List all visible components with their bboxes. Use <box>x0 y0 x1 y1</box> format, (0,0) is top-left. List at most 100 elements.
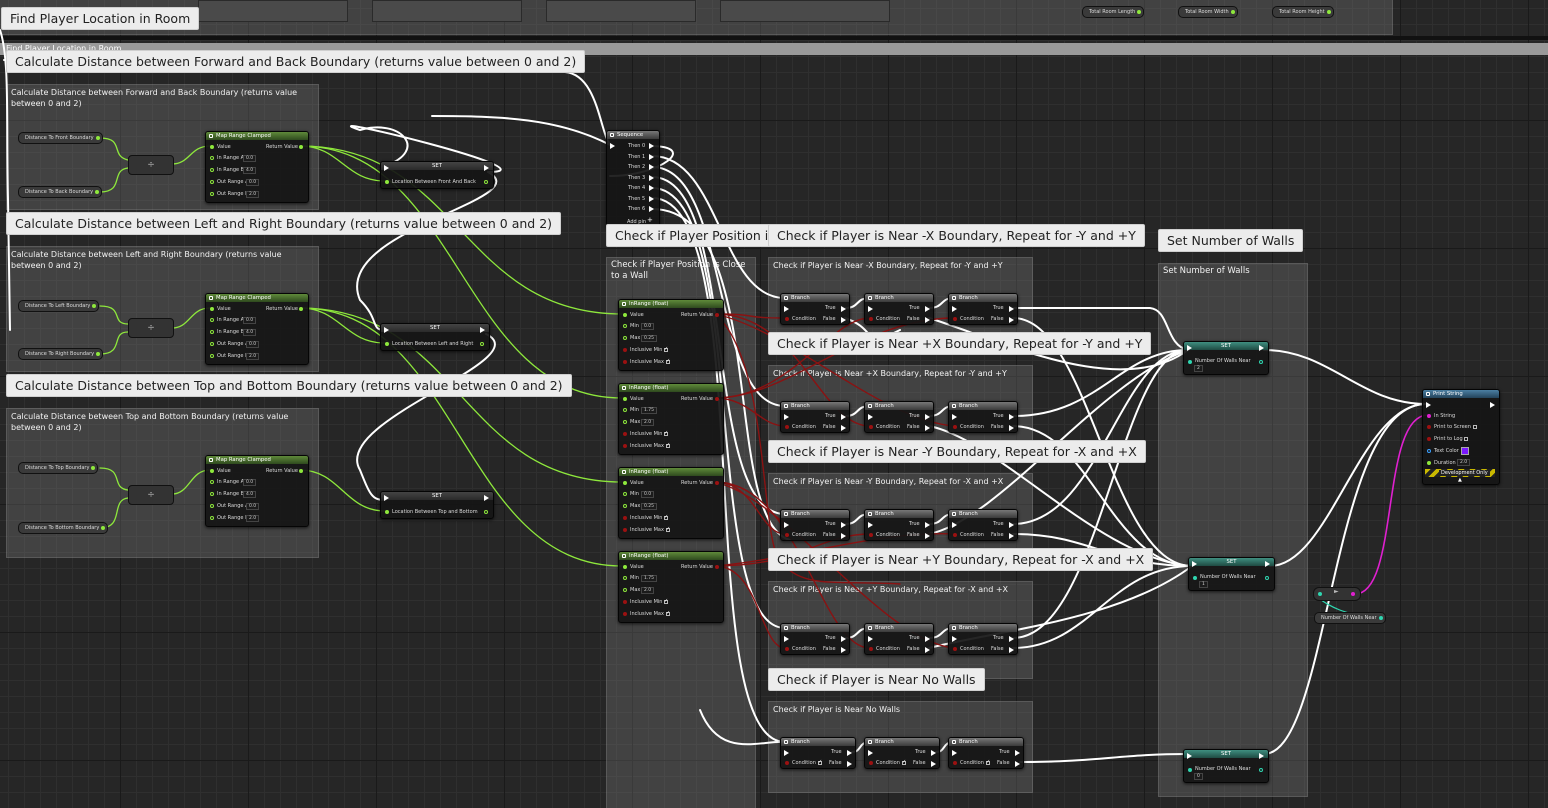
return-pin[interactable] <box>715 313 719 317</box>
getter-distance-bottom[interactable]: Distance To Bottom Boundary <box>18 522 109 534</box>
then-1-pin[interactable] <box>649 154 654 160</box>
graph-canvas[interactable]: Total Room Length Total Room Width Total… <box>0 0 1548 808</box>
getter-distance-right[interactable]: Distance To Right Boundary <box>18 348 104 360</box>
condition-pin[interactable] <box>785 533 789 537</box>
print-to-screen-checkbox[interactable] <box>1473 425 1477 429</box>
then-6-pin[interactable] <box>649 206 654 212</box>
max-pin[interactable] <box>623 504 627 508</box>
set-location-fb-node[interactable]: SET Location Between Front And Back <box>380 161 494 189</box>
true-exec-pin[interactable] <box>925 636 930 642</box>
branch-node-none-c1[interactable]: Branch True Condition False <box>780 737 856 769</box>
exec-in-pin[interactable] <box>952 414 957 420</box>
false-exec-pin[interactable] <box>1009 425 1014 431</box>
in-a-value[interactable]: 0.0 <box>243 155 257 162</box>
map-range-node-tb[interactable]: Map Range Clamped Value Return Value In … <box>205 455 309 527</box>
true-exec-pin[interactable] <box>841 414 846 420</box>
exec-in-pin[interactable] <box>784 636 789 642</box>
incl-min-checkbox[interactable] <box>664 430 668 436</box>
branch-node-none-c2[interactable]: Branch True Condition False <box>864 737 940 769</box>
in-b-value[interactable]: 4.0 <box>243 329 257 336</box>
int-out-pin[interactable] <box>1259 768 1263 772</box>
exec-out-pin[interactable] <box>1259 753 1264 759</box>
exec-in-pin[interactable] <box>868 522 873 528</box>
set-location-tb-node[interactable]: SET Location Between Top and Bottom <box>380 491 494 519</box>
float-pin[interactable] <box>385 510 389 514</box>
max-pin[interactable] <box>623 420 627 424</box>
prev-node-1[interactable] <box>198 0 348 22</box>
exec-in-pin[interactable] <box>952 636 957 642</box>
bubble-set-walls[interactable]: Set Number of Walls <box>1158 229 1304 252</box>
then-2-pin[interactable] <box>649 164 654 170</box>
return-pin[interactable] <box>715 481 719 485</box>
incl-max-pin[interactable] <box>623 360 627 364</box>
condition-checkbox[interactable] <box>818 759 822 765</box>
float-pin[interactable] <box>95 190 100 194</box>
map-range-node-fb[interactable]: Map Range Clamped Value Return Value In … <box>205 131 309 203</box>
float-pin[interactable] <box>385 180 389 184</box>
branch-node-r1-c2[interactable]: Branch True Condition False <box>864 293 934 325</box>
min-value[interactable]: 1.75 <box>641 575 658 582</box>
divide-node-lr[interactable]: ÷ <box>128 318 174 338</box>
exec-in-pin[interactable] <box>1187 345 1192 351</box>
bubble-near-negy[interactable]: Check if Player is Near -Y Boundary, Rep… <box>768 440 1146 463</box>
value-pin[interactable] <box>623 481 627 485</box>
in-a-pin[interactable] <box>210 156 214 160</box>
min-pin[interactable] <box>623 576 627 580</box>
max-pin[interactable] <box>623 588 627 592</box>
int-out-pin[interactable] <box>1265 576 1269 580</box>
float-pin[interactable] <box>1326 10 1331 14</box>
exec-out-pin[interactable] <box>1259 345 1264 351</box>
true-exec-pin[interactable] <box>841 522 846 528</box>
inrange-node-1[interactable]: InRange (float) Value Return Value Min 0.… <box>618 299 724 371</box>
in-b-pin[interactable] <box>210 168 214 172</box>
int-out-pin[interactable] <box>1259 360 1263 364</box>
branch-node-r1-c3[interactable]: Branch True Condition False <box>948 293 1018 325</box>
condition-pin[interactable] <box>953 317 957 321</box>
false-exec-pin[interactable] <box>841 647 846 653</box>
incl-min-checkbox[interactable] <box>664 514 668 520</box>
false-exec-pin[interactable] <box>1009 533 1014 539</box>
min-value[interactable]: 0.0 <box>641 323 655 330</box>
false-exec-pin[interactable] <box>931 761 936 767</box>
out-a-pin[interactable] <box>210 342 214 346</box>
value-pin[interactable] <box>623 313 627 317</box>
in-b-pin[interactable] <box>210 330 214 334</box>
getter-distance-back[interactable]: Distance To Back Boundary <box>18 186 103 198</box>
int-pin[interactable] <box>1378 616 1383 620</box>
true-exec-pin[interactable] <box>1009 636 1014 642</box>
exec-in-pin[interactable] <box>952 306 957 312</box>
exec-in-pin[interactable] <box>952 522 957 528</box>
prev-node-3[interactable] <box>546 0 696 22</box>
exec-in-pin[interactable] <box>384 165 389 171</box>
false-exec-pin[interactable] <box>925 317 930 323</box>
text-color-swatch[interactable] <box>1461 447 1469 455</box>
bubble-near-none[interactable]: Check if Player is Near No Walls <box>768 668 985 691</box>
max-value[interactable]: 2.0 <box>641 587 655 594</box>
return-pin[interactable] <box>299 145 303 149</box>
print-string-node[interactable]: Print String In String Print to Screen P… <box>1422 389 1500 485</box>
exec-in-pin[interactable] <box>952 750 957 756</box>
then-4-pin[interactable] <box>649 185 654 191</box>
out-b-value[interactable]: 2.0 <box>246 515 260 522</box>
branch-node-r3-c3[interactable]: Branch True Condition False <box>948 509 1018 541</box>
set-walls-node-0[interactable]: SET Number Of Walls Near 0 <box>1183 749 1269 783</box>
incl-max-pin[interactable] <box>623 528 627 532</box>
expand-arrow-icon[interactable]: ▲ <box>1458 477 1462 483</box>
exec-in-pin[interactable] <box>384 327 389 333</box>
bubble-near-posx[interactable]: Check if Player is Near +X Boundary, Rep… <box>768 332 1152 355</box>
bubble-calc-tb[interactable]: Calculate Distance between Top and Botto… <box>6 374 572 397</box>
false-exec-pin[interactable] <box>847 761 852 767</box>
incl-max-pin[interactable] <box>623 444 627 448</box>
prev-node-2[interactable] <box>372 0 522 22</box>
in-a-pin[interactable] <box>210 480 214 484</box>
bubble-near-negx[interactable]: Check if Player is Near -X Boundary, Rep… <box>768 224 1145 247</box>
getter-number-of-walls-near[interactable]: Number Of Walls Near <box>1314 612 1386 624</box>
sequence-node[interactable]: Sequence Then 0 Then 1 Then 2 Then 3 The… <box>606 130 660 229</box>
max-value[interactable]: 0.25 <box>641 335 658 342</box>
true-exec-pin[interactable] <box>1009 414 1014 420</box>
branch-node-r2-c3[interactable]: Branch True Condition False <box>948 401 1018 433</box>
out-a-pin[interactable] <box>210 180 214 184</box>
out-b-value[interactable]: 2.0 <box>246 353 260 360</box>
float-pin[interactable] <box>95 136 100 140</box>
print-to-log-pin[interactable] <box>1427 437 1431 441</box>
